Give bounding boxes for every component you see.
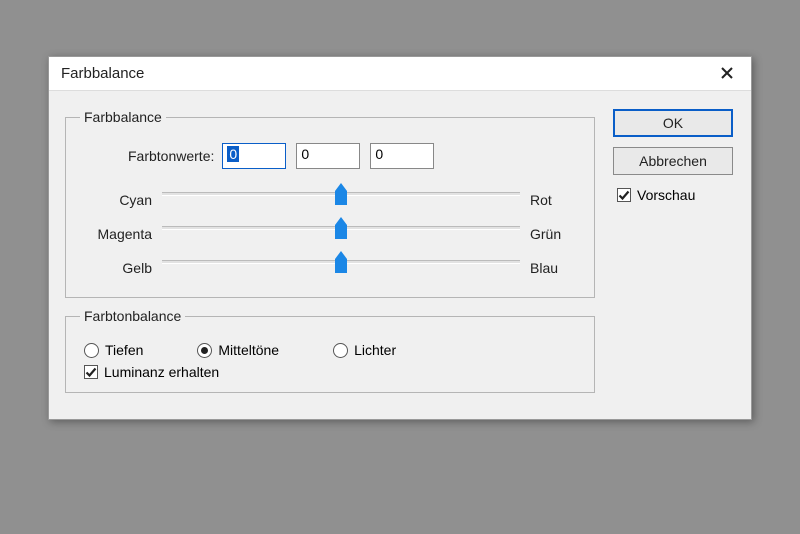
slider-cyan-red-track[interactable]: [162, 188, 520, 212]
radio-icon: [333, 343, 348, 358]
slider-magenta-green-track[interactable]: [162, 222, 520, 246]
tonwert-input-3[interactable]: 0: [370, 143, 434, 169]
close-icon: [721, 66, 733, 82]
checkbox-preview[interactable]: Vorschau: [613, 187, 735, 203]
slider-yellow-blue-track[interactable]: [162, 256, 520, 280]
right-column: OK Abbrechen Vorschau: [595, 103, 735, 403]
radio-label-tiefen: Tiefen: [105, 342, 143, 358]
slider-label-blue: Blau: [530, 260, 580, 276]
farbbalance-legend: Farbbalance: [80, 109, 166, 125]
color-balance-dialog: Farbbalance Farbbalance Farbtonwerte: 0 …: [48, 56, 752, 420]
left-column: Farbbalance Farbtonwerte: 0 0 0 Cyan: [65, 103, 595, 403]
slider-yellow-blue: Gelb Blau: [80, 251, 580, 285]
farbbalance-group: Farbbalance Farbtonwerte: 0 0 0 Cyan: [65, 109, 595, 298]
tonwert-input-1[interactable]: 0: [222, 143, 286, 169]
slider-label-magenta: Magenta: [80, 226, 152, 242]
tone-radio-row: Tiefen Mitteltöne Lichter: [80, 342, 580, 358]
slider-label-yellow: Gelb: [80, 260, 152, 276]
tonwerte-row: Farbtonwerte: 0 0 0: [128, 143, 580, 169]
slider-label-red: Rot: [530, 192, 580, 208]
checkbox-icon: [617, 188, 631, 202]
radio-label-lichter: Lichter: [354, 342, 396, 358]
tonbalance-legend: Farbtonbalance: [80, 308, 185, 324]
slider-cyan-red: Cyan Rot: [80, 183, 580, 217]
checkbox-icon: [84, 365, 98, 379]
cancel-button[interactable]: Abbrechen: [613, 147, 733, 175]
slider-thumb-icon[interactable]: [333, 251, 349, 275]
radio-mitteltoene[interactable]: Mitteltöne: [197, 342, 279, 358]
tonbalance-group: Farbtonbalance Tiefen Mitteltöne Lichter: [65, 308, 595, 393]
radio-lichter[interactable]: Lichter: [333, 342, 396, 358]
slider-magenta-green: Magenta Grün: [80, 217, 580, 251]
radio-tiefen[interactable]: Tiefen: [84, 342, 143, 358]
tonwerte-label: Farbtonwerte:: [128, 148, 214, 164]
dialog-body: Farbbalance Farbtonwerte: 0 0 0 Cyan: [49, 91, 751, 419]
ok-button[interactable]: OK: [613, 109, 733, 137]
radio-icon: [197, 343, 212, 358]
titlebar: Farbbalance: [49, 57, 751, 91]
slider-thumb-icon[interactable]: [333, 183, 349, 207]
checkbox-label-preview: Vorschau: [637, 187, 695, 203]
checkbox-label-luminanz: Luminanz erhalten: [104, 364, 219, 380]
dialog-title: Farbbalance: [61, 65, 144, 82]
radio-label-mitteltoene: Mitteltöne: [218, 342, 279, 358]
tonwert-input-2[interactable]: 0: [296, 143, 360, 169]
close-button[interactable]: [711, 60, 743, 88]
slider-label-cyan: Cyan: [80, 192, 152, 208]
slider-thumb-icon[interactable]: [333, 217, 349, 241]
checkbox-luminanz[interactable]: Luminanz erhalten: [80, 364, 580, 380]
slider-label-green: Grün: [530, 226, 580, 242]
radio-icon: [84, 343, 99, 358]
